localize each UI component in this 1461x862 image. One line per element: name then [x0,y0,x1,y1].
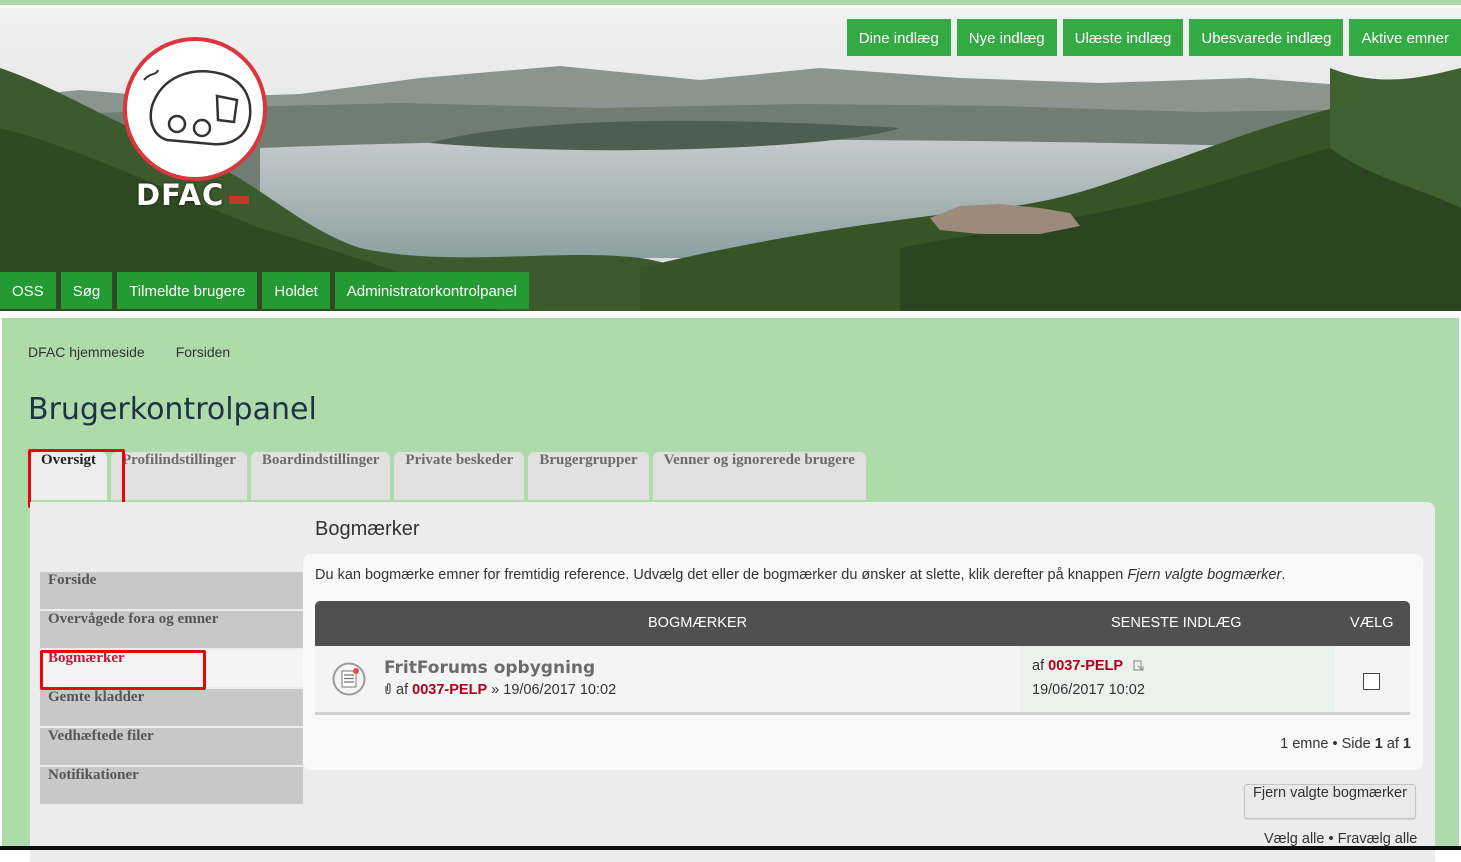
col-bookmarks: BOGMÆRKER [648,615,748,631]
goto-last-post-icon[interactable] [1133,660,1144,671]
sidebar-item-drafts[interactable]: Gemte kladder [40,689,303,726]
ucp-panel: Forside Overvågede fora og emner Bogmærk… [30,502,1435,862]
section-description: Du kan bogmærke emner for fremtidig refe… [315,567,1286,583]
nav-new-posts[interactable]: Nye indlæg [956,19,1057,56]
col-select: VÆLG [1350,615,1394,631]
page-title: Brugerkontrolpanel [28,392,317,427]
nav-team[interactable]: Holdet [262,272,330,309]
section-title: Bogmærker [315,518,420,540]
sidebar-item-notifications[interactable]: Notifikationer [40,767,303,804]
last-post-author-link[interactable]: 0037-PELP [1048,658,1123,674]
nav-unanswered-posts[interactable]: Ubesvarede indlæg [1189,19,1344,56]
breadcrumb: DFAC hjemmeside Forsiden [28,344,230,360]
sidebar-item-front[interactable]: Forside [40,572,303,609]
remove-bookmarks-button[interactable]: Fjern valgte bogmærker [1244,784,1416,819]
pagination: 1 emne • Side 1 af 1 [1280,736,1411,752]
breadcrumb-home[interactable]: DFAC hjemmeside [28,344,145,360]
nav-faq[interactable]: OSS [0,272,56,309]
tab-profile[interactable]: Profilindstillinger [110,452,247,500]
main-area: DFAC hjemmeside Forsiden Brugerkontrolpan… [2,318,1459,862]
nav-my-posts[interactable]: Dine indlæg [846,19,951,56]
table-header: BOGMÆRKER SENESTE INDLÆG VÆLG [315,601,1410,646]
paperclip-icon [385,683,391,695]
select-links: Vælg alle • Fravælg alle [1264,831,1418,847]
top-border [0,0,1461,5]
sidebar: Forside Overvågede fora og emner Bogmærk… [40,572,303,806]
deselect-all-link[interactable]: Fravælg alle [1338,831,1418,847]
sidebar-item-subscribed[interactable]: Overvågede fora og emner [40,611,303,648]
select-all-link[interactable]: Vælg alle [1264,831,1324,847]
bottom-border [0,846,1461,850]
sidebar-item-attachments[interactable]: Vedhæftede filer [40,728,303,765]
logo-accent [229,196,249,204]
last-post-date: 19/06/2017 10:02 [1032,682,1145,698]
table-row: FritForums opbygning af 0037-PELP » 19/0… [315,646,1410,715]
last-post-author-line: af 0037-PELP [1032,658,1144,674]
topic-title-link[interactable]: FritForums opbygning [384,658,595,678]
top-navigation: Dine indlæg Nye indlæg Ulæste indlæg Ube… [846,19,1461,56]
nav-admin-panel[interactable]: Administratorkontrolpanel [334,272,529,309]
breadcrumb-index[interactable]: Forsiden [176,344,230,360]
tab-board-prefs[interactable]: Boardindstillinger [250,452,391,500]
topic-meta: af 0037-PELP » 19/06/2017 10:02 [384,682,616,698]
dfac-logo [123,37,267,181]
topic-author-link[interactable]: 0037-PELP [412,682,487,698]
topic-read-icon [332,662,366,696]
nav-search[interactable]: Søg [60,272,113,309]
bottom-navigation: OSS Søg Tilmeldte brugere Holdet Adminis… [0,272,529,309]
bookmark-select-checkbox[interactable] [1363,673,1380,690]
tab-overview[interactable]: Oversigt [30,452,107,500]
bookmarks-content: Du kan bogmærke emner for fremtidig refe… [303,554,1423,770]
header-banner: DFAC Dine indlæg Nye indlæg Ulæste indlæ… [0,8,1461,311]
col-last-post: SENESTE INDLÆG [1111,615,1242,631]
nav-unread-posts[interactable]: Ulæste indlæg [1062,19,1184,56]
logo-text: DFAC [136,178,225,212]
tab-private-messages[interactable]: Private beskeder [394,452,525,500]
nav-members[interactable]: Tilmeldte brugere [117,272,258,309]
tab-usergroups[interactable]: Brugergrupper [528,452,649,500]
tab-friends-foes[interactable]: Venner og ignorerede brugere [652,452,866,500]
topic-date: 19/06/2017 10:02 [503,682,617,698]
sidebar-item-bookmarks[interactable]: Bogmærker [40,650,303,687]
ucp-tabs: Oversigt Profilindstillinger Boardindsti… [30,452,866,500]
nav-active-topics[interactable]: Aktive emner [1349,19,1461,56]
last-post-cell [1020,646,1335,712]
